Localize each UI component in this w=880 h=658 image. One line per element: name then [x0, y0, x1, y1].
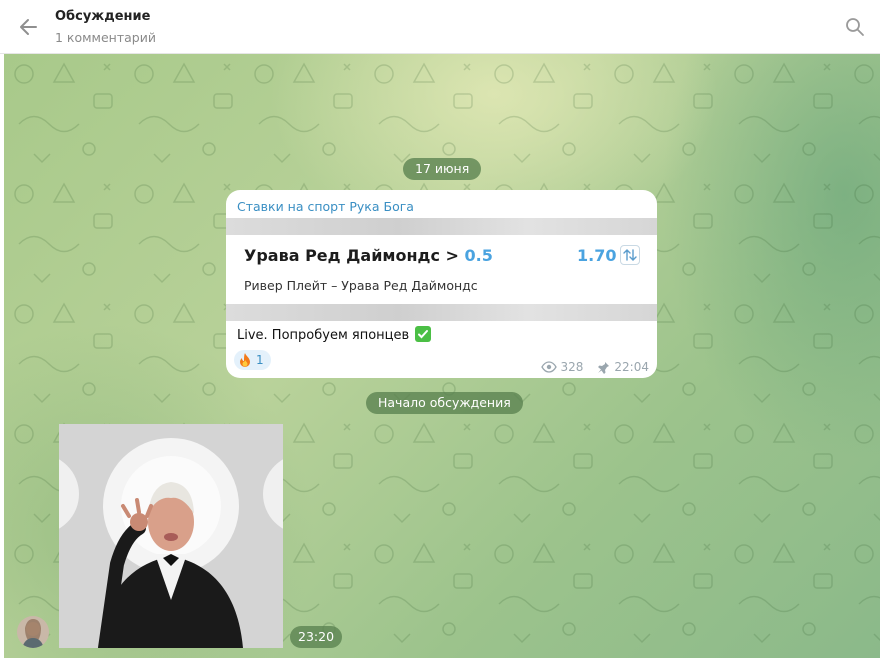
discussion-start-label: Начало обсуждения [366, 392, 523, 414]
channel-name-link[interactable]: Ставки на спорт Рука Бога [237, 199, 414, 214]
chat-area[interactable]: 17 июня Ставки на спорт Рука Бога Урава … [4, 54, 880, 658]
post-time: 22:04 [614, 360, 649, 374]
bet-title: Урава Ред Даймондс > 0.5 [244, 246, 493, 265]
chat-header: Обсуждение 1 комментарий [0, 0, 880, 54]
bet-name: Урава Ред Даймондс > [244, 246, 465, 265]
arrow-left-icon [20, 19, 37, 35]
back-button[interactable] [16, 14, 42, 40]
fire-icon [240, 353, 250, 367]
comment-count: 1 комментарий [55, 30, 156, 45]
reaction-count: 1 [256, 353, 264, 367]
search-icon [846, 18, 864, 36]
bet-value: 0.5 [464, 246, 493, 265]
page-title: Обсуждение [55, 9, 151, 24]
view-count: 328 [560, 360, 584, 374]
video-time: 23:20 [290, 626, 343, 648]
date-separator: 17 июня [403, 158, 482, 180]
video-thumbnail [59, 424, 283, 648]
user-avatar-image [17, 616, 49, 648]
avatar[interactable] [17, 616, 49, 648]
post-meta: 328 22:04 [540, 360, 649, 374]
eye-icon [540, 361, 557, 373]
video-message[interactable] [59, 424, 283, 648]
check-mark-icon [415, 326, 432, 342]
channel-post[interactable]: Ставки на спорт Рука Бога Урава Ред Дайм… [226, 190, 657, 378]
match-name: Ривер Плейт – Урава Ред Даймондс [244, 278, 478, 293]
pin-icon [598, 361, 610, 374]
swap-arrows-icon [623, 249, 637, 261]
blurred-band-bottom [226, 304, 657, 321]
bet-odds: 1.70 [577, 246, 617, 265]
reaction-fire[interactable]: 1 [234, 350, 271, 370]
blurred-band-top [226, 218, 657, 235]
post-text: Live. Попробуем японцев [237, 326, 432, 343]
search-button[interactable] [844, 16, 866, 38]
post-text-content: Live. Попробуем японцев [237, 328, 410, 343]
swap-button[interactable] [620, 245, 640, 265]
